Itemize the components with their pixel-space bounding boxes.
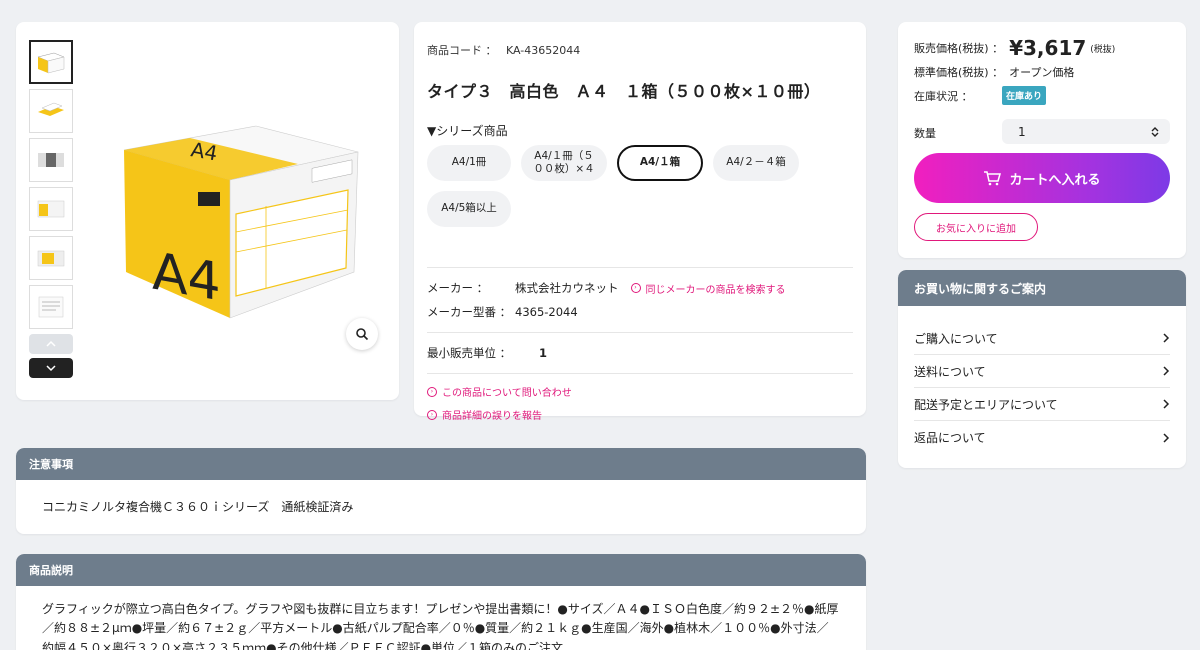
product-code-label: 商品コード ：	[427, 44, 497, 57]
same-maker-search-link[interactable]: › 同じメーカーの商品を検索する	[630, 281, 786, 296]
guide-item-delivery-area[interactable]: 配送予定とエリアについて	[914, 388, 1170, 421]
thumbnail-5[interactable]	[29, 236, 73, 280]
search-icon	[356, 328, 369, 341]
chevron-right-circle-icon: ›	[630, 283, 641, 293]
thumbnail-2[interactable]	[29, 89, 73, 133]
min-unit-row: 最小販売単位 ： 1	[427, 345, 853, 361]
quantity-value: 1	[1018, 124, 1026, 139]
variant-a4-2-4-hako[interactable]: A4/２－４箱	[713, 145, 799, 181]
box-thumbnail-icon	[37, 52, 65, 74]
chevron-right-circle-icon: ›	[427, 409, 437, 420]
variant-a4-1-satsu[interactable]: A4/1冊	[427, 145, 511, 181]
box-top-a4-text: A4	[189, 137, 219, 165]
guide-item-returns[interactable]: 返品について	[914, 421, 1170, 454]
chevron-right-circle-icon: ›	[427, 386, 437, 397]
brand-logo-icon	[198, 192, 220, 206]
quantity-select[interactable]: 1	[1002, 119, 1170, 144]
thumbnail-6[interactable]	[29, 285, 73, 329]
guide-item-label: 返品について	[914, 431, 986, 445]
sale-price-label: 販売価格(税抜) ：	[914, 42, 1004, 55]
thumbnail-1[interactable]	[29, 40, 73, 84]
notes-body: コニカミノルタ複合機Ｃ３６０ｉシリーズ 通紙検証済み	[42, 500, 354, 514]
product-gallery: A4 A4	[16, 22, 399, 400]
standard-price: オープン価格	[1009, 66, 1075, 79]
divider	[427, 373, 853, 374]
guide-item-label: ご購入について	[914, 331, 998, 346]
sale-price: ¥3,617	[1009, 36, 1087, 60]
ream-thumbnail-icon	[38, 153, 64, 167]
shopping-guide-panel: お買い物に関するご案内 ご購入について 送料について 配送予定とエリアについて …	[898, 270, 1186, 468]
box-side-thumbnail-icon	[37, 250, 65, 267]
guide-item-label: 配送予定とエリアについて	[914, 397, 1058, 412]
min-unit-label: 最小販売単位 ：	[427, 346, 512, 360]
stock-label: 在庫状況 ：	[914, 89, 973, 103]
chevron-up-icon	[46, 340, 56, 347]
thumbnail-scroll-down-button[interactable]	[29, 358, 73, 378]
chevron-right-icon	[1163, 333, 1170, 343]
divider	[427, 267, 853, 268]
model-row: メーカー型番 ： 4365-2044	[427, 304, 853, 320]
guide-item-purchase[interactable]: ご購入について	[914, 322, 1170, 355]
notes-title: 注意事項	[16, 448, 866, 480]
guide-item-label: 送料について	[914, 364, 986, 379]
maker-label: メーカー ：	[427, 281, 489, 295]
price-panel: 販売価格(税抜) ： ¥3,617 (税抜) 標準価格(税抜) ： オープン価格…	[898, 22, 1186, 258]
min-unit-value: 1	[539, 346, 548, 360]
thumbnail-3[interactable]	[29, 138, 73, 182]
description-title: 商品説明	[16, 554, 866, 586]
variant-a4-5-hako-ijo[interactable]: A4/5箱以上	[427, 191, 511, 227]
product-info-panel: 商品コード ： KA-43652044 タイプ３ 高白色 Ａ４ １箱（５００枚×…	[414, 22, 866, 422]
package-thumbnail-icon	[37, 200, 65, 218]
quantity-label: 数量	[914, 127, 936, 140]
shopping-guide-list: ご購入について 送料について 配送予定とエリアについて 返品について	[898, 306, 1186, 454]
thumbnail-scroll-up-button[interactable]	[29, 334, 73, 354]
report-error-link[interactable]: › 商品詳細の誤りを報告	[427, 407, 853, 422]
zoom-button[interactable]	[346, 318, 378, 350]
cart-icon	[984, 171, 1002, 186]
sale-price-row: 販売価格(税抜) ： ¥3,617 (税抜)	[914, 36, 1170, 60]
stock-badge: 在庫あり	[1002, 86, 1047, 105]
product-title: タイプ３ 高白色 Ａ４ １箱（５００枚×１０冊）	[427, 82, 821, 101]
variant-a4-1-satsu-x4[interactable]: A4/１冊（５ ００枚）×４	[521, 145, 607, 181]
chevron-right-icon	[1163, 432, 1170, 443]
stock-row: 在庫状況 ： 在庫あり	[914, 86, 1170, 105]
select-updown-icon	[1151, 126, 1159, 137]
add-to-cart-label: カートへ入れる	[1009, 172, 1101, 188]
tax-note: (税抜)	[1090, 44, 1116, 55]
notes-section: 注意事項 コニカミノルタ複合機Ｃ３６０ｉシリーズ 通紙検証済み	[16, 448, 866, 534]
maker-name: 株式会社カウネット	[515, 281, 619, 295]
inquiry-link-text: この商品について問い合わせ	[442, 388, 572, 399]
product-code: KA-43652044	[506, 44, 581, 57]
add-to-cart-button[interactable]: カートへ入れる	[914, 153, 1170, 203]
variant-a4-1-hako[interactable]: A4/１箱	[617, 145, 703, 181]
series-variant-list: A4/1冊 A4/１冊（５ ００枚）×４ A4/１箱 A4/２－４箱 A4/5箱…	[427, 145, 827, 227]
standard-price-row: 標準価格(税抜) ： オープン価格	[914, 64, 1170, 80]
guide-item-shipping-fee[interactable]: 送料について	[914, 355, 1170, 388]
product-code-row: 商品コード ： KA-43652044	[427, 42, 853, 58]
model-number: 4365-2044	[515, 305, 578, 319]
chevron-right-icon	[1163, 399, 1170, 409]
paper-thumbnail-icon	[38, 102, 64, 116]
shopping-guide-title: お買い物に関するご案内	[898, 270, 1186, 306]
description-body: グラフィックが際立つ高白色タイプ。グラフや図も抜群に目立ちます！プレゼンや提出書…	[42, 602, 839, 650]
product-main-image: A4 A4	[123, 125, 359, 319]
description-section: 商品説明 グラフィックが際立つ高白色タイプ。グラフや図も抜群に目立ちます！プレゼ…	[16, 554, 866, 650]
thumbnail-4[interactable]	[29, 187, 73, 231]
spec-thumbnail-icon	[38, 296, 64, 318]
divider	[427, 332, 853, 333]
thumbnail-list	[29, 40, 75, 382]
inquiry-link[interactable]: › この商品について問い合わせ	[427, 384, 853, 399]
model-label: メーカー型番 ：	[427, 305, 512, 319]
maker-row: メーカー ： 株式会社カウネット › 同じメーカーの商品を検索する	[427, 280, 853, 296]
series-label: ▼シリーズ商品	[427, 124, 508, 138]
add-to-favorites-button[interactable]: お気に入りに追加	[914, 213, 1038, 241]
chevron-right-icon	[1163, 366, 1170, 376]
chevron-down-icon	[46, 365, 56, 372]
standard-price-label: 標準価格(税抜) ：	[914, 66, 1004, 79]
same-maker-search-text: 同じメーカーの商品を検索する	[645, 284, 786, 296]
report-error-text: 商品詳細の誤りを報告	[442, 411, 542, 422]
box-big-a4-text: A4	[152, 241, 221, 314]
